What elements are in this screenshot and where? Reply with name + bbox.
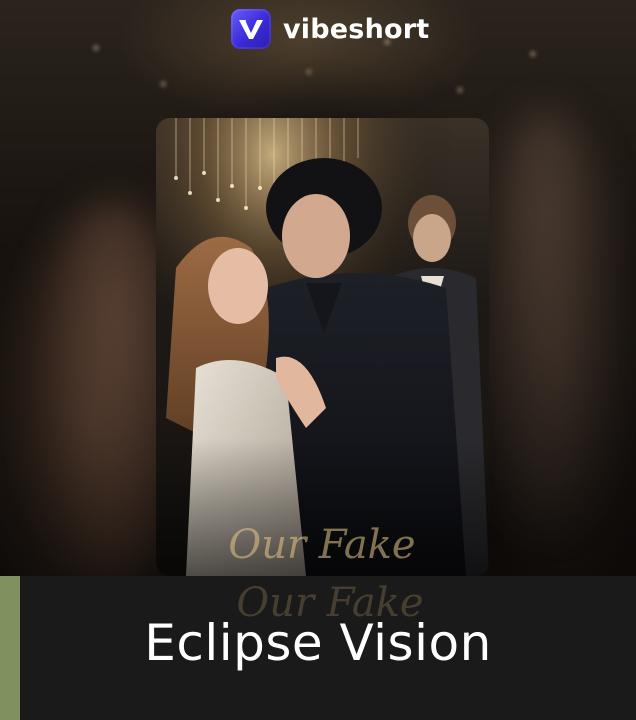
poster-title: Our Fake xyxy=(228,522,415,568)
poster-artwork: Our Fake xyxy=(156,118,489,576)
brand-name: vibeshort xyxy=(283,13,430,45)
subtitle-caption: Eclipse Vision xyxy=(144,614,492,672)
caption-bar: Our Fake Eclipse Vision xyxy=(0,576,636,720)
vibeshort-logo-icon xyxy=(231,9,271,49)
drama-poster-image[interactable]: Our Fake xyxy=(156,118,489,576)
background-figure-right xyxy=(470,110,620,530)
brand-header: vibeshort xyxy=(231,9,429,49)
